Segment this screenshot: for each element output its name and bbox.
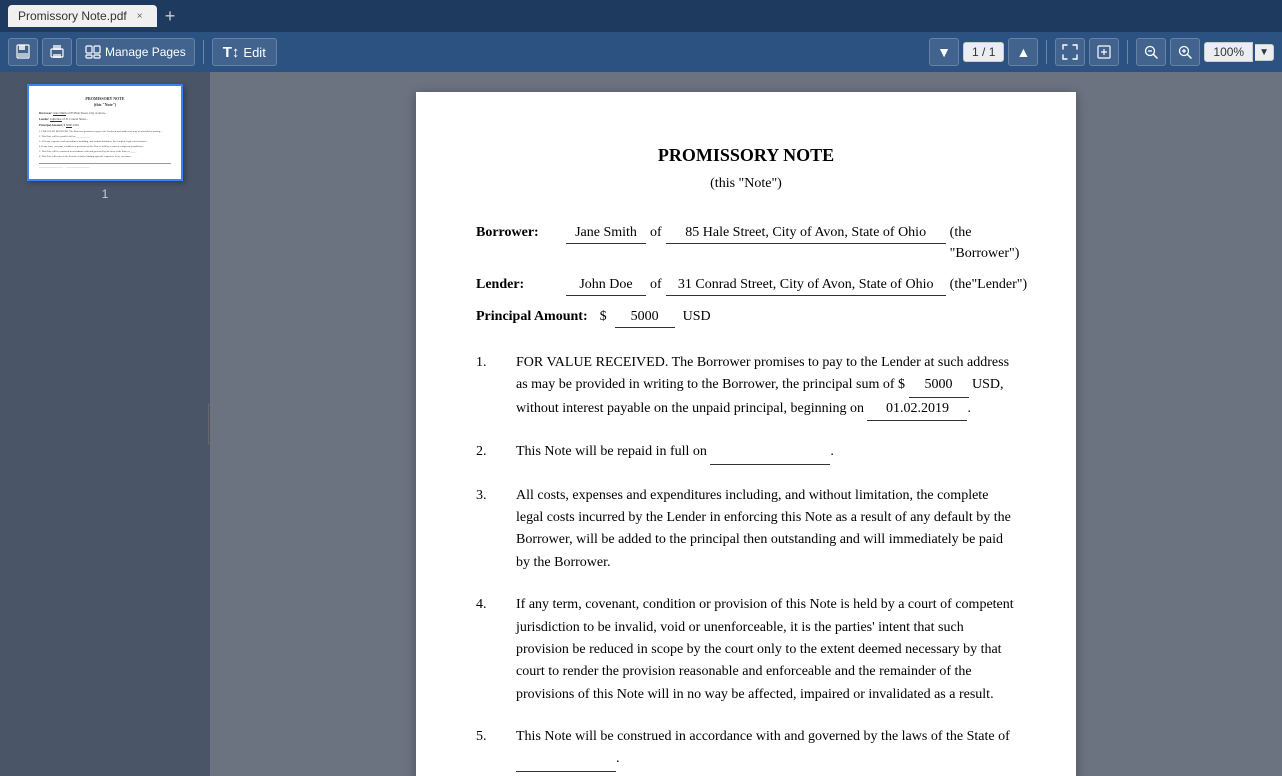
lender-name-field[interactable]: John Doe [566,274,646,296]
manage-pages-label: Manage Pages [105,45,186,59]
item-3-number: 3. [476,485,516,506]
principal-row: Principal Amount: $ 5000 USD [476,306,1016,328]
lender-address-field[interactable]: 31 Conrad Street, City of Avon, State of… [666,274,946,296]
edit-button[interactable]: T↕ Edit [212,38,277,66]
lender-label: Lender: [476,274,566,295]
lender-role-text: (the"Lender") [950,274,1028,295]
toolbar-divider-2 [1046,40,1047,64]
document-title: PROMISSORY NOTE [476,142,1016,169]
toolbar-divider-1 [203,40,204,64]
sidebar-collapse-button[interactable]: « [208,404,210,444]
item-3-content: All costs, expenses and expenditures inc… [516,485,1016,575]
item-5-number: 5. [476,726,516,747]
item-2-content: This Note will be repaid in full on . [516,441,1016,464]
item5-state-field[interactable] [516,748,616,771]
item1-principal-field[interactable]: 5000 [909,374,969,397]
borrower-label: Borrower: [476,222,566,243]
item1-date-field[interactable]: 01.02.2019 [867,398,967,421]
nav-next-icon: ▲ [1016,44,1030,60]
borrower-address-field[interactable]: 85 Hale Street, City of Avon, State of O… [666,222,946,244]
borrower-role-text: (the "Borrower") [950,222,1020,264]
principal-label: Principal Amount: [476,306,588,327]
item-2-number: 2. [476,441,516,462]
item-5-content: This Note will be construed in accordanc… [516,726,1016,772]
page-indicator: 1 / 1 [963,42,1004,62]
list-item-4: 4. If any term, covenant, condition or p… [476,594,1016,706]
print-button[interactable] [42,38,72,66]
tab-label: Promissory Note.pdf [18,9,127,23]
lender-row: Lender: John Doe of 31 Conrad Street, Ci… [476,274,1016,296]
document-subtitle: (this "Note") [476,173,1016,194]
document-page: PROMISSORY NOTE (this "Note") Borrower: … [416,92,1076,776]
item2-repay-field[interactable] [710,441,830,464]
zoom-in-button[interactable] [1170,38,1200,66]
page-number-label: 1 [102,187,109,201]
save-button[interactable] [8,38,38,66]
list-item-3: 3. All costs, expenses and expenditures … [476,485,1016,575]
main-area: PROMISSORY NOTE (this "Note") Borrower: J… [0,72,1282,776]
borrower-row: Borrower: Jane Smith of 85 Hale Street, … [476,222,1016,264]
toolbar: Manage Pages T↕ Edit ▼ 1 / 1 ▲ 100% ▼ [0,32,1282,72]
page-thumbnail-1[interactable]: PROMISSORY NOTE(this "Note") Borrower: J… [27,84,183,181]
title-bar: Promissory Note.pdf × + [0,0,1282,32]
toolbar-divider-3 [1127,40,1128,64]
list-item-5: 5. This Note will be construed in accord… [476,726,1016,772]
list-item-2: 2. This Note will be repaid in full on . [476,441,1016,464]
fit-page-button[interactable] [1089,38,1119,66]
sidebar: PROMISSORY NOTE(this "Note") Borrower: J… [0,72,210,776]
document-items-list: 1. FOR VALUE RECEIVED. The Borrower prom… [476,352,1016,776]
nav-prev-icon: ▼ [937,44,951,60]
edit-icon: T↕ [223,44,240,61]
zoom-dropdown-button[interactable]: ▼ [1255,44,1274,61]
document-viewer: PROMISSORY NOTE (this "Note") Borrower: … [210,72,1282,776]
principal-value-field[interactable]: 5000 [615,306,675,328]
dollar-sign: $ [600,306,607,327]
item-4-content: If any term, covenant, condition or prov… [516,594,1016,706]
nav-prev-button[interactable]: ▼ [929,38,959,66]
navigation-group: ▼ 1 / 1 ▲ [929,38,1038,66]
fit-width-button[interactable] [1055,38,1085,66]
list-item-1: 1. FOR VALUE RECEIVED. The Borrower prom… [476,352,1016,421]
tab-close-icon[interactable]: × [133,9,147,23]
borrower-name-field[interactable]: Jane Smith [566,222,646,244]
item-4-number: 4. [476,594,516,615]
item-1-content: FOR VALUE RECEIVED. The Borrower promise… [516,352,1016,421]
lender-of-text: of [650,274,662,295]
nav-next-button[interactable]: ▲ [1008,38,1038,66]
edit-label: Edit [243,45,265,60]
borrower-of-text: of [650,222,662,243]
manage-pages-button[interactable]: Manage Pages [76,38,195,66]
active-tab[interactable]: Promissory Note.pdf × [8,5,157,27]
item-1-number: 1. [476,352,516,373]
zoom-value: 100% [1204,42,1253,62]
new-tab-button[interactable]: + [165,6,176,27]
zoom-out-button[interactable] [1136,38,1166,66]
usd-label: USD [683,306,711,327]
zoom-group: 100% ▼ [1204,42,1274,62]
